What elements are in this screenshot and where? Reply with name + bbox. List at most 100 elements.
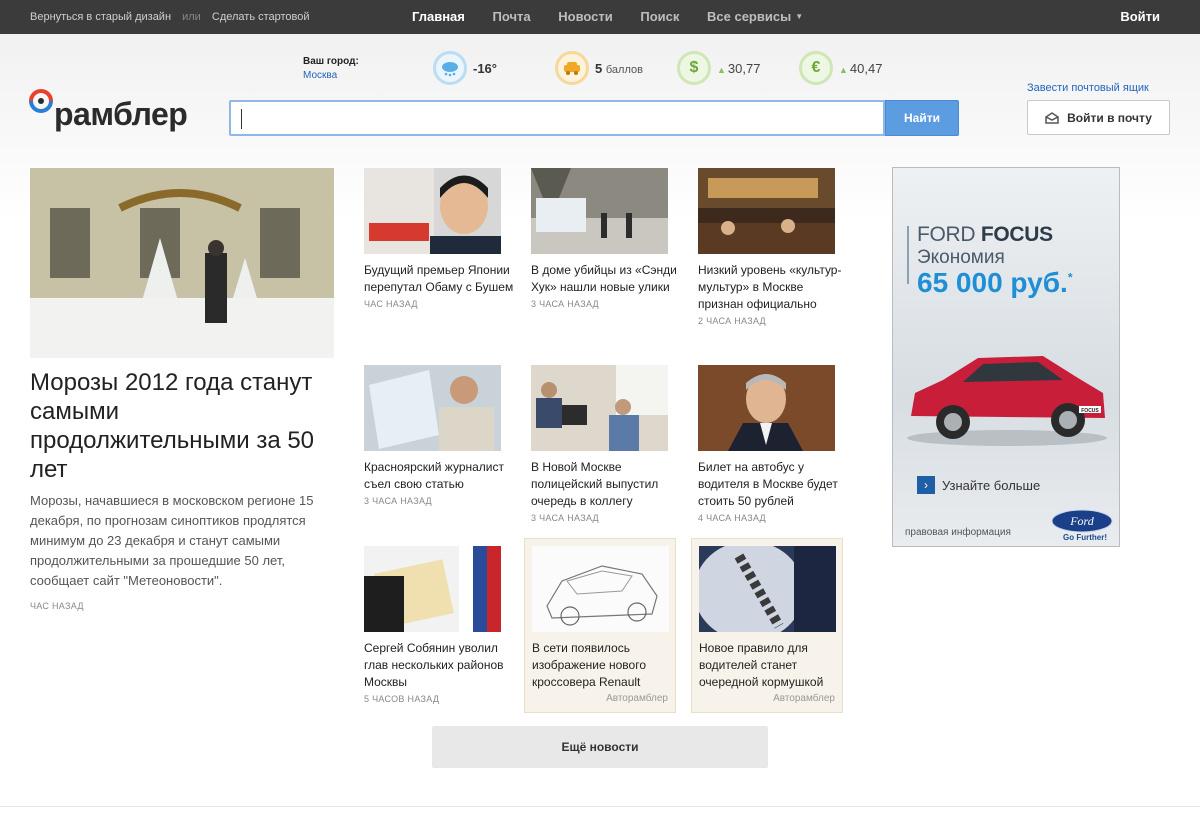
search-button[interactable]: Найти <box>885 100 959 136</box>
news-thumbnail <box>531 168 668 254</box>
rate-up-icon: ▲ <box>839 64 848 75</box>
more-news-button[interactable]: Ещё новости <box>432 726 768 768</box>
nav-all-services-label: Все сервисы <box>707 9 792 24</box>
news-time: 3 ЧАСА НАЗАД <box>531 299 599 309</box>
weather-icon <box>433 51 467 85</box>
news-title: Сергей Собянин уволил глав нескольких ра… <box>364 641 504 689</box>
city-widget: Ваш город: Москва <box>303 56 359 81</box>
promo-title: Новое правило для водителей станет очере… <box>699 641 824 689</box>
news-title: В Новой Москве полицейский выпустил очер… <box>531 460 659 508</box>
ford-ad-banner[interactable]: FORD FOCUS Экономия 65 000 руб.* FOCUS ›… <box>892 167 1120 547</box>
eur-rate: 40,47 <box>849 60 883 76</box>
news-card[interactable]: В доме убийцы из «Сэнди Хук» нашли новые… <box>531 168 683 309</box>
mail-login-label: Войти в почту <box>1067 110 1152 125</box>
car-icon <box>555 51 589 85</box>
nav-main[interactable]: Главная <box>412 9 465 24</box>
promo-thumbnail <box>532 546 669 632</box>
rambler-logo-icon <box>29 89 53 113</box>
news-time: 3 ЧАСА НАЗАД <box>531 513 599 523</box>
ford-logo-icon: Ford <box>1051 509 1113 533</box>
nav-mail[interactable]: Почта <box>493 9 531 24</box>
news-title: Билет на автобус у водителя в Москве буд… <box>698 460 838 508</box>
ad-price-value: 65 000 руб. <box>917 267 1068 298</box>
weather-widget[interactable]: -16° <box>433 50 497 86</box>
footer-divider <box>0 806 1200 807</box>
ad-slogan: Go Further! <box>1063 533 1107 542</box>
login-link[interactable]: Войти <box>1120 9 1160 24</box>
create-mailbox-link[interactable]: Завести почтовый ящик <box>1027 82 1149 94</box>
text-cursor <box>241 109 242 129</box>
traffic-unit: баллов <box>605 63 643 76</box>
news-title: Красноярский журналист съел свою статью <box>364 460 505 491</box>
lead-story-text: Морозы, начавшиеся в московском регионе … <box>30 493 314 588</box>
promo-source[interactable]: Авторамблер <box>699 693 835 704</box>
ad-headline-brand: FORD <box>917 223 976 246</box>
news-time: 3 ЧАСА НАЗАД <box>364 496 432 506</box>
lead-story-time: ЧАС НАЗАД <box>30 601 84 611</box>
top-nav: Главная Почта Новости Поиск Все сервисы ▼ <box>412 9 827 24</box>
ford-logo-text: Ford <box>1069 514 1095 528</box>
city-label: Ваш город: <box>303 56 359 67</box>
news-card[interactable]: Билет на автобус у водителя в Москве буд… <box>698 365 850 523</box>
search-input[interactable] <box>229 100 885 136</box>
news-time: 5 ЧАСОВ НАЗАД <box>364 694 440 704</box>
logo-text: рамблер <box>54 96 188 132</box>
ad-learn-more[interactable]: › Узнайте больше <box>917 476 1040 494</box>
top-bar: Вернуться в старый дизайн или Сделать ст… <box>0 0 1200 34</box>
top-links: Вернуться в старый дизайн или Сделать ст… <box>30 11 310 23</box>
promo-thumbnail <box>699 546 836 632</box>
make-start-link[interactable]: Сделать стартовой <box>212 11 310 23</box>
chevron-down-icon: ▼ <box>795 12 804 21</box>
ad-learn-more-label: Узнайте больше <box>942 477 1041 493</box>
promo-source[interactable]: Авторамблер <box>532 693 668 704</box>
ad-accent-line <box>907 226 909 284</box>
usd-rate: 30,77 <box>727 60 761 76</box>
promo-card[interactable]: В сети появилось изображение нового крос… <box>524 538 676 713</box>
news-thumbnail <box>531 365 668 451</box>
news-card[interactable]: Сергей Собянин уволил глав нескольких ра… <box>364 546 516 704</box>
euro-icon: € <box>799 51 833 85</box>
city-link[interactable]: Москва <box>303 70 359 81</box>
news-card[interactable]: Красноярский журналист съел свою статью … <box>364 365 516 506</box>
nav-search[interactable]: Поиск <box>640 9 679 24</box>
news-time: 4 ЧАСА НАЗАД <box>698 513 766 523</box>
ad-subheadline: Экономия <box>917 247 1005 268</box>
news-title: Будущий премьер Японии перепутал Обаму с… <box>364 263 514 294</box>
usd-widget[interactable]: $ ▲ 30,77 <box>677 50 760 86</box>
promo-card[interactable]: Новое правило для водителей станет очере… <box>691 538 843 713</box>
news-title: Низкий уровень «культур-мультур» в Москв… <box>698 263 842 311</box>
news-thumbnail <box>364 546 501 632</box>
envelope-icon <box>1045 111 1059 124</box>
old-design-link[interactable]: Вернуться в старый дизайн <box>30 11 171 23</box>
news-card[interactable]: В Новой Москве полицейский выпустил очер… <box>531 365 683 523</box>
chevron-right-icon: › <box>917 476 935 494</box>
news-thumbnail <box>364 365 501 451</box>
ad-legal-link[interactable]: правовая информация <box>905 527 1011 538</box>
traffic-widget[interactable]: 5 баллов <box>555 50 643 86</box>
news-card[interactable]: Низкий уровень «культур-мультур» в Москв… <box>698 168 850 326</box>
dollar-icon: $ <box>677 51 711 85</box>
ad-license-plate: FOCUS <box>1081 408 1099 414</box>
rate-up-icon: ▲ <box>717 64 726 75</box>
nav-all-services[interactable]: Все сервисы ▼ <box>707 9 803 24</box>
eur-widget[interactable]: € ▲ 40,47 <box>799 50 882 86</box>
news-thumbnail <box>698 168 835 254</box>
or-label: или <box>182 11 201 23</box>
news-thumbnail <box>364 168 501 254</box>
promo-title: В сети появилось изображение нового крос… <box>532 641 647 689</box>
news-thumbnail <box>698 365 835 451</box>
news-time: 2 ЧАСА НАЗАД <box>698 316 766 326</box>
weather-temp: -16° <box>473 60 497 76</box>
lead-story-image[interactable] <box>30 168 334 358</box>
ad-headline: FORD FOCUS <box>917 223 1053 247</box>
ad-price: 65 000 руб.* <box>917 267 1073 298</box>
mail-login-button[interactable]: Войти в почту <box>1027 100 1170 135</box>
nav-news[interactable]: Новости <box>558 9 613 24</box>
news-time: ЧАС НАЗАД <box>364 299 418 309</box>
search-bar: Найти <box>229 100 959 136</box>
lead-story-title[interactable]: Морозы 2012 года станут самыми продолжит… <box>30 368 340 484</box>
news-card[interactable]: Будущий премьер Японии перепутал Обаму с… <box>364 168 516 309</box>
car-image: FOCUS <box>907 356 1107 446</box>
ad-headline-model: FOCUS <box>980 223 1053 246</box>
news-title: В доме убийцы из «Сэнди Хук» нашли новые… <box>531 263 677 294</box>
